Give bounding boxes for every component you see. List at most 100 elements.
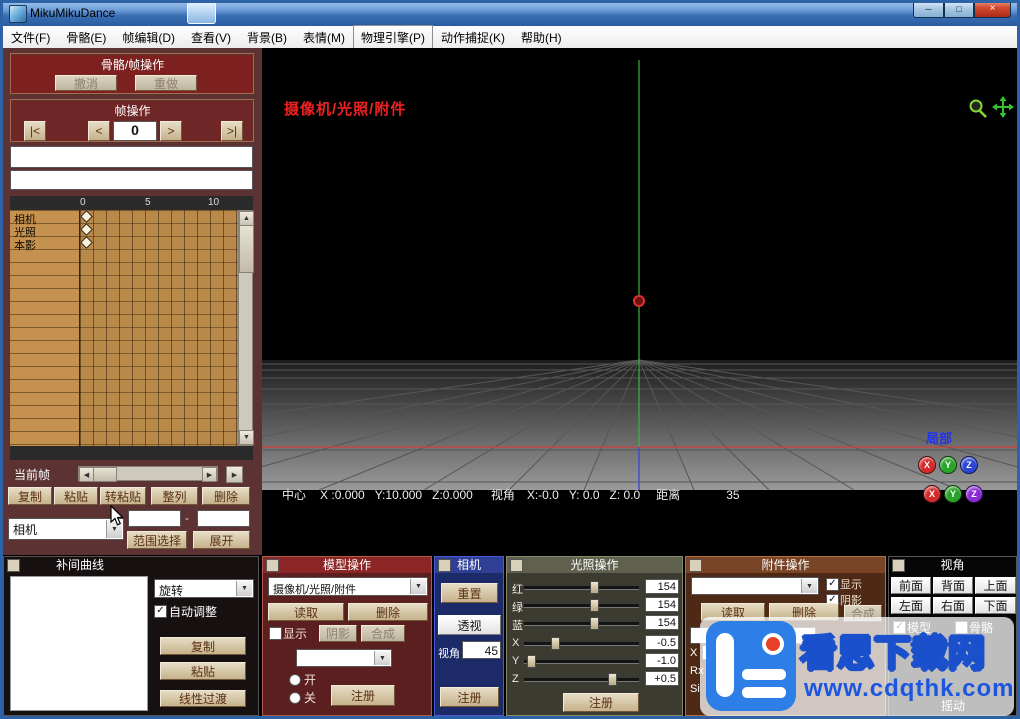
light-x-slider[interactable]	[524, 642, 639, 646]
hscroll-thumb[interactable]	[93, 467, 117, 482]
scroll-up-icon[interactable]: ▲	[239, 211, 254, 226]
light-register-button[interactable]: 注册	[563, 693, 639, 712]
last-frame-button[interactable]: >|	[221, 121, 243, 141]
close-button[interactable]: ×	[974, 0, 1011, 18]
copy-button[interactable]: 复制	[8, 487, 52, 505]
light-y-thumb[interactable]	[527, 655, 536, 668]
range-start-input[interactable]	[128, 510, 181, 527]
camera-target-marker[interactable]	[634, 296, 644, 306]
timeline-ruler[interactable]: 0 5 10	[10, 196, 253, 210]
linear-transition-button[interactable]: 线性过渡	[160, 690, 246, 707]
model-delete-button[interactable]: 删除	[348, 603, 428, 621]
track-selector[interactable]: 相机 ▼	[8, 518, 124, 540]
menu-help[interactable]: 帮助(H)	[513, 26, 570, 48]
chevron-down-icon[interactable]: ▼	[410, 579, 426, 594]
view-left-button[interactable]: 左面	[891, 597, 931, 614]
model-shadow-button[interactable]: 阴影	[319, 625, 357, 642]
timeline-grid[interactable]	[80, 210, 238, 446]
axis-x-move-icon[interactable]: X	[923, 485, 941, 503]
first-frame-button[interactable]: |<	[24, 121, 46, 141]
redo-button[interactable]: 重做	[135, 75, 197, 91]
view-right-button[interactable]: 右面	[933, 597, 973, 614]
light-y-value[interactable]: -1.0	[645, 653, 679, 668]
frame-step-button[interactable]: ▶	[226, 466, 243, 483]
title-bar[interactable]: MikuMikuDance ─ □ ×	[0, 0, 1020, 26]
menu-motion-capture[interactable]: 动作捕捉(K)	[433, 26, 513, 48]
view-minimize-button[interactable]	[892, 559, 905, 572]
vscroll-thumb[interactable]	[239, 225, 254, 273]
camera-register-button[interactable]: 注册	[440, 687, 499, 707]
chevron-down-icon[interactable]: ▼	[801, 579, 817, 593]
row-label-self-shadow[interactable]: 本影	[14, 237, 36, 253]
light-g-slider[interactable]	[524, 604, 639, 608]
axis-z-move-icon[interactable]: Z	[965, 485, 983, 503]
model-selector[interactable]: 摄像机/光照/附件 ▼	[268, 577, 428, 596]
menu-background[interactable]: 背景(B)	[239, 26, 295, 48]
axis-z-rotate-icon[interactable]: Z	[960, 456, 978, 474]
view-back-button[interactable]: 背面	[933, 577, 973, 594]
selection-list-box[interactable]	[10, 170, 253, 190]
light-x-value[interactable]: -0.5	[645, 635, 679, 650]
scroll-left-icon[interactable]: ◀	[79, 467, 94, 482]
light-z-thumb[interactable]	[608, 673, 617, 686]
light-b-slider[interactable]	[524, 622, 639, 626]
menu-file[interactable]: 文件(F)	[3, 26, 58, 48]
perspective-button[interactable]: 透视	[438, 615, 501, 635]
accessory-minimize-button[interactable]	[689, 559, 702, 572]
expand-button[interactable]: 展开	[193, 531, 250, 549]
model-minimize-button[interactable]	[266, 559, 279, 572]
fov-input[interactable]: 45	[462, 641, 501, 659]
menu-physics[interactable]: 物理引擎(P)	[353, 25, 433, 49]
next-frame-button[interactable]: >	[160, 121, 182, 141]
range-select-button[interactable]: 范围选择	[127, 531, 187, 549]
chevron-down-icon[interactable]: ▼	[374, 651, 390, 665]
light-minimize-button[interactable]	[510, 559, 523, 572]
keyframe-light-0[interactable]	[80, 223, 93, 236]
axis-y-rotate-icon[interactable]: Y	[939, 456, 957, 474]
light-r-slider[interactable]	[524, 586, 639, 590]
light-g-value[interactable]: 154	[645, 597, 679, 612]
menu-frame-edit[interactable]: 帧编辑(D)	[114, 26, 183, 48]
undo-button[interactable]: 撤消	[55, 75, 117, 91]
view-front-button[interactable]: 前面	[891, 577, 931, 594]
interp-curve-canvas[interactable]	[10, 576, 148, 711]
camera-reset-button[interactable]: 重置	[441, 583, 498, 603]
keyframe-shadow-0[interactable]	[80, 236, 93, 249]
model-register-button[interactable]: 注册	[331, 685, 395, 706]
physics-off-radio[interactable]	[289, 692, 301, 704]
column-button[interactable]: 整列	[151, 487, 198, 505]
interp-channel-selector[interactable]: 旋转 ▼	[154, 579, 254, 598]
timeline-vscrollbar[interactable]: ▲ ▼	[238, 210, 253, 446]
accessory-selector[interactable]: ▼	[691, 577, 819, 595]
chevron-down-icon[interactable]: ▼	[236, 581, 252, 596]
bone-list-box[interactable]	[10, 146, 253, 168]
light-r-thumb[interactable]	[590, 581, 599, 594]
range-end-input[interactable]	[197, 510, 250, 527]
model-load-button[interactable]: 读取	[268, 603, 344, 621]
axis-x-rotate-icon[interactable]: X	[918, 456, 936, 474]
menu-expression[interactable]: 表情(M)	[295, 26, 353, 48]
keyframe-camera-0[interactable]	[80, 210, 93, 223]
view-bottom-button[interactable]: 下面	[975, 597, 1016, 614]
maximize-button[interactable]: □	[944, 0, 974, 18]
interp-minimize-button[interactable]	[7, 559, 20, 572]
auto-adjust-checkbox[interactable]: ✓	[154, 605, 167, 618]
scroll-down-icon[interactable]: ▼	[239, 430, 254, 445]
view-top-button[interactable]: 上面	[975, 577, 1016, 594]
accessory-display-checkbox[interactable]: ✓	[826, 578, 839, 591]
light-b-thumb[interactable]	[590, 617, 599, 630]
frame-hscrollbar[interactable]: ◀ ▶	[78, 466, 218, 481]
interp-copy-button[interactable]: 复制	[160, 637, 246, 655]
light-x-thumb[interactable]	[551, 637, 560, 650]
minimize-button[interactable]: ─	[913, 0, 944, 18]
light-z-value[interactable]: +0.5	[645, 671, 679, 686]
paste-special-button[interactable]: 转粘贴	[100, 487, 146, 505]
physics-on-radio[interactable]	[289, 674, 301, 686]
model-display-checkbox[interactable]	[269, 627, 282, 640]
light-y-slider[interactable]	[524, 660, 639, 664]
local-mode-label[interactable]: 局部	[926, 428, 952, 447]
camera-minimize-button[interactable]	[438, 559, 451, 572]
delete-button[interactable]: 删除	[202, 487, 250, 505]
scroll-right-icon[interactable]: ▶	[202, 467, 217, 482]
paste-button[interactable]: 粘贴	[54, 487, 98, 505]
